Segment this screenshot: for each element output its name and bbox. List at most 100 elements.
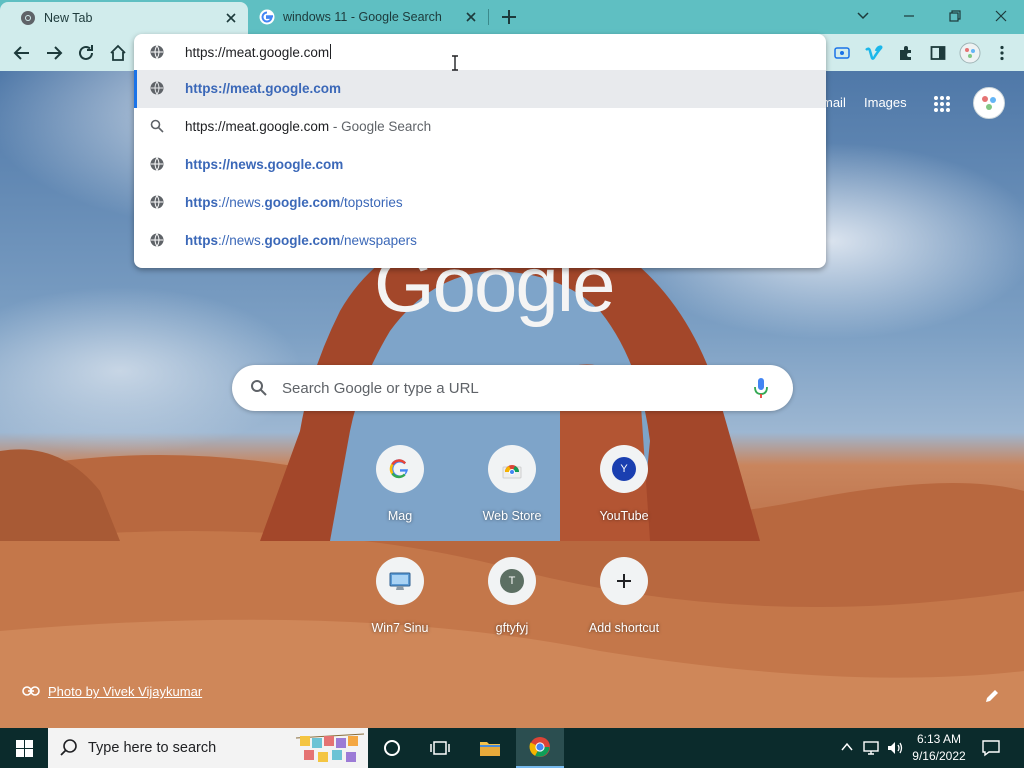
shortcut-icon: T xyxy=(488,557,536,605)
suggestion-url: https://news.google.com xyxy=(185,157,344,172)
volume-icon[interactable] xyxy=(886,740,904,756)
chrome-taskbar-button[interactable] xyxy=(516,728,564,768)
system-clock[interactable]: 6:13 AM 9/16/2022 xyxy=(904,731,974,765)
search-highlight-icon xyxy=(295,733,365,762)
cortana-button[interactable] xyxy=(368,728,416,768)
search-input[interactable] xyxy=(282,374,742,402)
suggestion-item[interactable]: https://news.google.com/topstories xyxy=(134,184,826,222)
suggestion-item[interactable]: https://news.google.com xyxy=(134,146,826,184)
profile-button[interactable] xyxy=(958,41,982,65)
shortcut-label: Add shortcut xyxy=(588,621,660,635)
clock-date: 9/16/2022 xyxy=(912,749,966,763)
suggestion-item[interactable]: https://news.google.com/newspapers xyxy=(134,222,826,260)
shortcut-tile[interactable]: Mag xyxy=(344,443,456,543)
shortcut-tile[interactable]: Y YouTube xyxy=(568,443,680,543)
microphone-icon[interactable] xyxy=(754,377,768,399)
taskbar-search-text: Type here to search xyxy=(88,740,217,756)
globe-icon xyxy=(150,233,164,247)
pencil-icon[interactable] xyxy=(984,688,1000,704)
shortcut-label: Mag xyxy=(387,509,413,523)
suggestion-url: https://news.google.com/newspapers xyxy=(185,233,417,248)
windows-logo-icon xyxy=(15,739,33,757)
new-tab-button[interactable] xyxy=(498,7,520,27)
link-icon xyxy=(22,686,40,696)
reload-button[interactable] xyxy=(74,41,98,65)
arrow-left-icon xyxy=(13,46,29,60)
vimeo-extension-button[interactable] xyxy=(862,41,886,65)
web-store-icon xyxy=(502,465,522,479)
shortcut-tile[interactable]: T gftyfyj xyxy=(456,555,568,655)
account-avatar[interactable] xyxy=(973,87,1005,119)
side-panel-button[interactable] xyxy=(926,41,950,65)
close-icon[interactable] xyxy=(464,10,478,24)
tab-new-tab[interactable]: New Tab xyxy=(0,2,248,34)
shortcut-icon xyxy=(488,445,536,493)
tab-google-search[interactable]: windows 11 - Google Search xyxy=(250,0,488,34)
apps-grid-icon[interactable] xyxy=(933,95,951,113)
cast-icon xyxy=(834,47,850,59)
folder-icon xyxy=(480,742,500,756)
close-window-button[interactable] xyxy=(978,0,1024,32)
suggestion-url: https://meat.google.com xyxy=(185,81,342,96)
address-bar[interactable]: https://meat.google.com xyxy=(134,34,826,70)
notification-icon[interactable] xyxy=(982,739,1000,757)
start-button[interactable] xyxy=(0,728,48,768)
cortana-icon xyxy=(384,740,400,756)
vimeo-icon xyxy=(865,45,883,60)
task-view-button[interactable] xyxy=(416,728,464,768)
chevron-up-icon[interactable] xyxy=(840,740,854,754)
chrome-icon xyxy=(529,737,550,757)
task-view-icon xyxy=(430,741,450,755)
shortcut-icon xyxy=(376,445,424,493)
tab-search-button[interactable] xyxy=(840,0,886,32)
suggestion-url: https://news.google.com/topstories xyxy=(185,195,403,210)
shortcut-label: Web Store xyxy=(482,509,542,523)
google-g-icon xyxy=(259,9,275,25)
taskbar-search[interactable]: Type here to search xyxy=(48,728,368,768)
restore-icon xyxy=(949,10,961,22)
taskbar: Type here to search 6:13 AM 9/16/2022 xyxy=(0,728,1024,768)
globe-icon xyxy=(150,81,164,95)
suggestion-search: https://meat.google.com - Google Search xyxy=(185,119,432,134)
tab-strip: New Tab windows 11 - Google Search xyxy=(0,0,1024,34)
network-icon[interactable] xyxy=(862,740,880,756)
restore-button[interactable] xyxy=(932,0,978,32)
extensions-button[interactable] xyxy=(894,41,918,65)
puzzle-icon xyxy=(900,46,911,60)
suggestion-item[interactable]: https://meat.google.com - Google Search xyxy=(134,108,826,146)
shortcut-label: gftyfyj xyxy=(495,621,529,635)
letter-avatar-icon: T xyxy=(500,569,524,593)
home-icon xyxy=(110,44,126,61)
chrome-icon xyxy=(21,11,35,25)
address-text: https://meat.google.com xyxy=(185,44,332,60)
more-vert-icon xyxy=(1000,45,1004,61)
tab-separator xyxy=(488,9,489,25)
minimize-button[interactable] xyxy=(886,0,932,32)
letter-avatar-icon: Y xyxy=(612,457,636,481)
photo-credit-text: Photo by Vivek Vijaykumar xyxy=(48,684,203,699)
back-button[interactable] xyxy=(10,41,34,65)
shortcut-icon: Y xyxy=(600,445,648,493)
images-link[interactable]: Images xyxy=(864,95,907,110)
side-panel-icon xyxy=(930,46,946,60)
shortcut-tile[interactable]: Web Store xyxy=(456,443,568,543)
forward-button[interactable] xyxy=(42,41,66,65)
add-shortcut-tile[interactable]: Add shortcut xyxy=(568,555,680,655)
shortcut-tile[interactable]: Win7 Sinu xyxy=(344,555,456,655)
chevron-down-icon xyxy=(857,12,869,20)
avatar-icon xyxy=(982,96,996,110)
home-button[interactable] xyxy=(106,41,130,65)
tab-title: windows 11 - Google Search xyxy=(283,10,442,24)
ntp-search-box[interactable] xyxy=(232,365,793,411)
text-cursor-icon xyxy=(452,55,458,71)
file-explorer-button[interactable] xyxy=(466,728,514,768)
tab-title: New Tab xyxy=(44,11,93,25)
close-icon[interactable] xyxy=(224,11,238,25)
globe-icon xyxy=(150,195,164,209)
search-icon xyxy=(60,739,77,756)
google-g-icon xyxy=(389,459,408,479)
suggestion-item[interactable]: https://meat.google.com xyxy=(134,70,826,108)
arrow-right-icon xyxy=(47,46,63,60)
menu-button[interactable] xyxy=(990,41,1014,65)
screen-cast-button[interactable] xyxy=(830,41,854,65)
